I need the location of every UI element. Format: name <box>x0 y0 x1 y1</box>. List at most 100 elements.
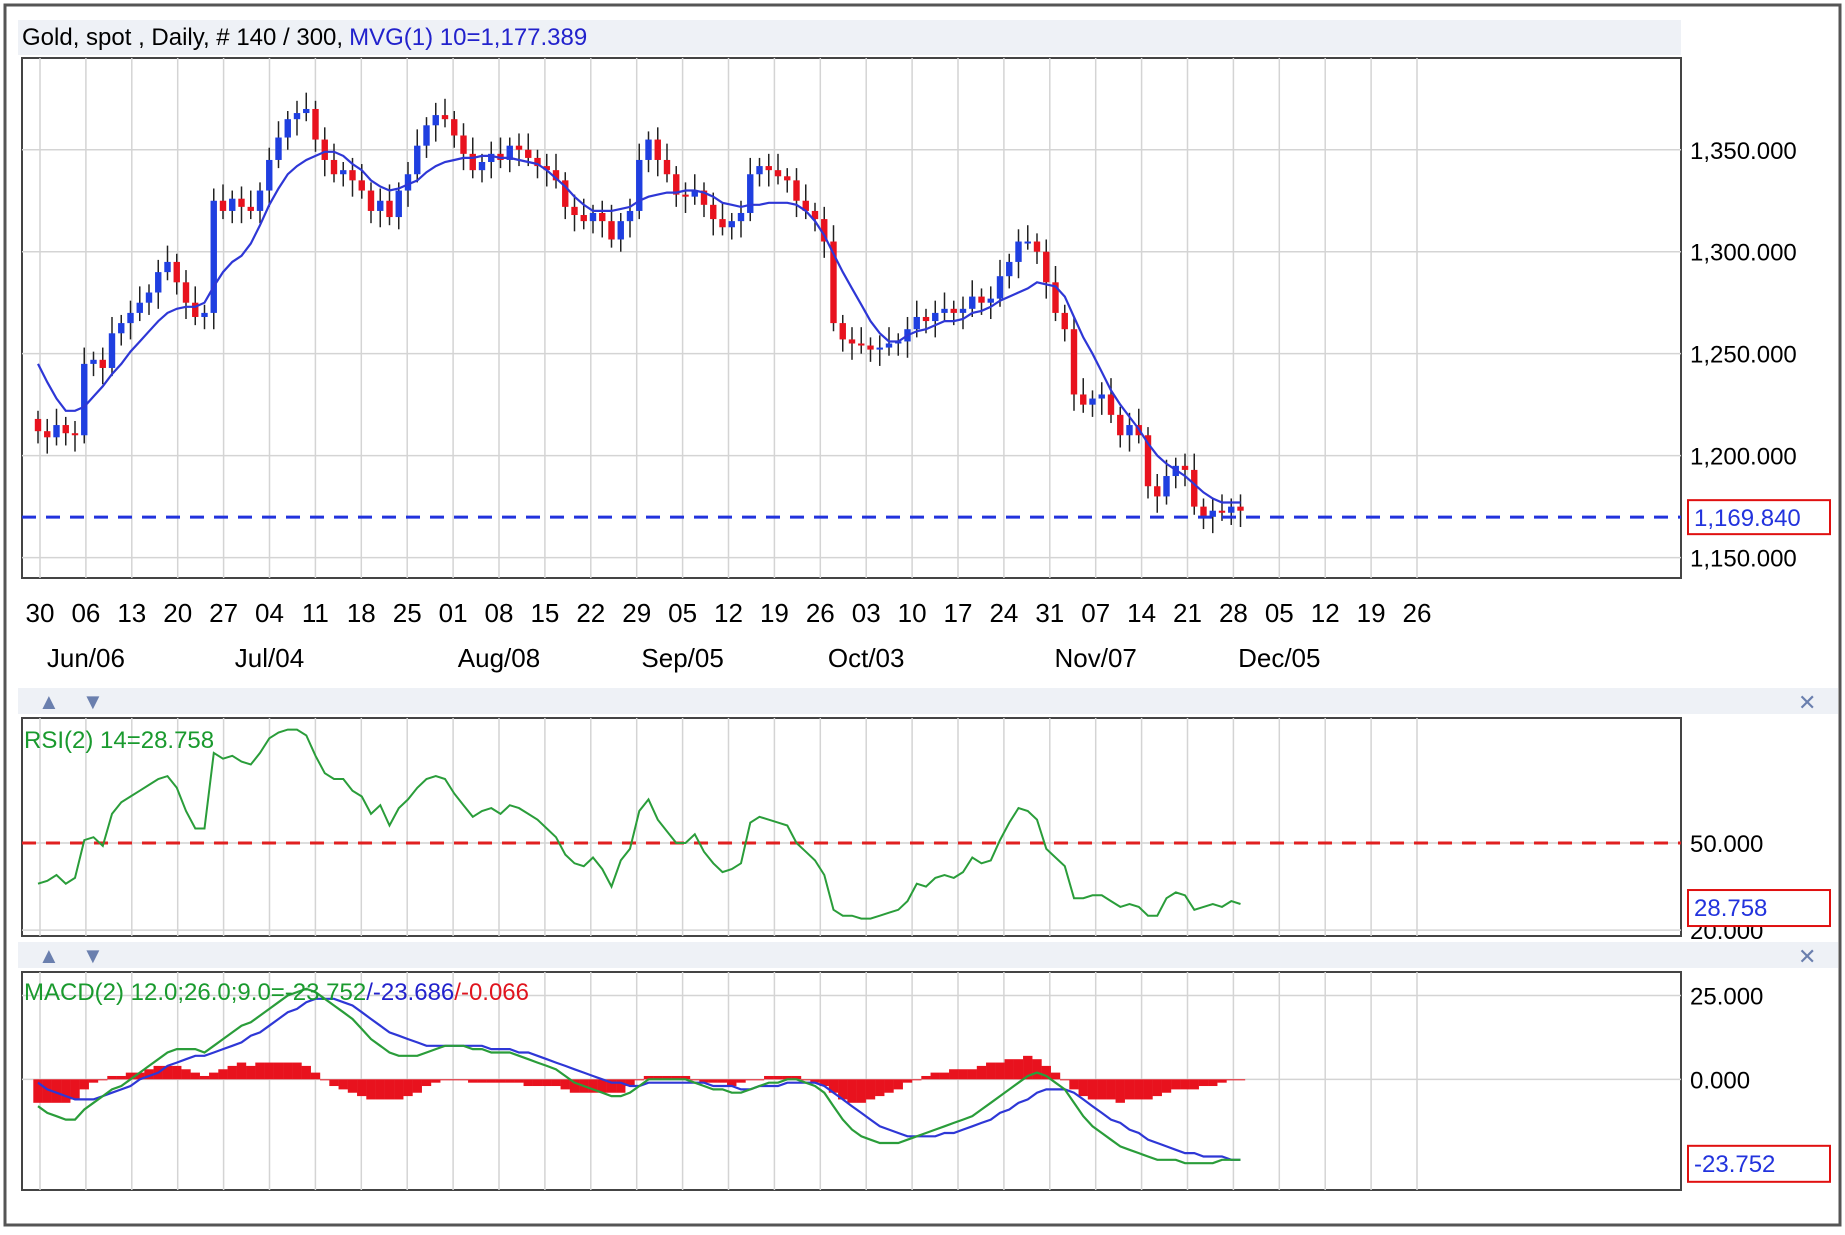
candle-body <box>710 204 717 220</box>
candle-body <box>876 347 883 350</box>
candle-body <box>451 119 458 136</box>
macd-move-up-icon[interactable]: ▲ <box>38 943 60 968</box>
histogram-bar <box>967 1069 977 1080</box>
candle-body <box>1098 394 1105 399</box>
candle-body <box>340 170 347 175</box>
histogram-bar <box>1124 1079 1135 1100</box>
histogram-bar <box>468 1079 478 1083</box>
rsi-panel[interactable]: ▲ ▼ ✕ RSI(2) 14=28.758 50.000 20.000 28.… <box>18 688 1838 945</box>
candle-body <box>423 125 430 146</box>
candle-body <box>626 210 634 222</box>
candle-body <box>663 159 671 175</box>
rsi-move-down-icon[interactable]: ▼ <box>82 689 104 714</box>
candle-body <box>377 200 384 211</box>
histogram-bar <box>227 1065 237 1080</box>
candle-body <box>608 221 615 240</box>
histogram-bar <box>902 1079 913 1083</box>
candle-body <box>959 308 967 313</box>
histogram-bar <box>218 1069 228 1080</box>
price-panel[interactable]: Gold, spot , Daily, # 140 / 300, MVG(1) 1… <box>18 20 1831 579</box>
month-label: Oct/03 <box>828 643 905 673</box>
histogram-bar <box>79 1079 89 1090</box>
histogram-bar <box>875 1079 885 1097</box>
histogram-bar <box>329 1079 339 1087</box>
macd-label-main: MACD(2) 12.0;26.0;9.0=-23.752 <box>24 979 366 1006</box>
histogram-bar <box>912 1079 922 1081</box>
candle-body <box>1061 312 1068 330</box>
date-tick-label: 01 <box>439 598 468 628</box>
rsi-current-label: 28.758 <box>1694 895 1767 922</box>
histogram-bar <box>1087 1079 1098 1100</box>
candle-body <box>1024 241 1031 244</box>
date-tick-label: 05 <box>668 598 697 628</box>
histogram-bar <box>1208 1079 1218 1087</box>
histogram-bar <box>717 1079 728 1083</box>
date-tick-label: 31 <box>1035 598 1064 628</box>
rsi-toolbar <box>18 688 1838 714</box>
price-ytick: 1,250.000 <box>1690 342 1797 369</box>
histogram-bar <box>634 1079 644 1081</box>
candle-body <box>765 166 772 171</box>
candle-body <box>145 292 153 303</box>
candle-body <box>108 333 116 368</box>
date-tick-label: 03 <box>852 598 881 628</box>
date-tick-label: 07 <box>1081 598 1110 628</box>
rsi-close-icon[interactable]: ✕ <box>1798 690 1816 715</box>
candle-body <box>330 159 338 175</box>
histogram-bar <box>995 1062 1005 1080</box>
date-tick-label: 21 <box>1173 598 1202 628</box>
histogram-bar <box>301 1065 311 1080</box>
histogram-bar <box>801 1079 811 1081</box>
candle-body <box>53 425 60 438</box>
date-tick-label: 10 <box>898 598 927 628</box>
macd-move-down-icon[interactable]: ▼ <box>82 943 104 968</box>
macd-label-signal: /-23.686 <box>366 979 454 1006</box>
candle-body <box>90 359 97 364</box>
histogram-bar <box>292 1062 302 1080</box>
price-ma-label: MVG(1) 10=1,177.389 <box>349 24 587 51</box>
candle-body <box>229 198 236 211</box>
candle-body <box>71 433 79 436</box>
candle-body <box>682 194 689 197</box>
candle-body <box>1237 506 1244 511</box>
candle-body <box>1015 241 1022 262</box>
candle-body <box>266 159 273 191</box>
rsi-label: RSI(2) 14=28.758 <box>24 727 214 754</box>
histogram-bar <box>986 1062 996 1080</box>
histogram-bar <box>172 1065 182 1080</box>
histogram-bar <box>375 1079 385 1100</box>
histogram-bar <box>1060 1079 1070 1081</box>
date-tick-label: 22 <box>576 598 605 628</box>
candle-body <box>756 166 763 175</box>
macd-label-hist: /-0.066 <box>454 979 529 1006</box>
candle-body <box>284 119 291 138</box>
macd-panel[interactable]: ▲ ▼ ✕ MACD(2) 12.0;26.0;9.0=-23.752/-23.… <box>18 942 1838 1191</box>
histogram-bar <box>708 1079 718 1083</box>
histogram-bar <box>958 1069 968 1080</box>
candle-body <box>987 298 994 303</box>
candle-body <box>1200 506 1207 517</box>
candle-body <box>996 276 1004 299</box>
histogram-bar <box>773 1075 783 1080</box>
histogram-bar <box>458 1079 469 1081</box>
candle-body <box>432 115 439 126</box>
date-tick-label: 12 <box>1311 598 1340 628</box>
candle-body <box>525 149 532 158</box>
histogram-bar <box>495 1079 506 1083</box>
date-tick-label: 06 <box>71 598 100 628</box>
candle-body <box>293 113 301 120</box>
rsi-current-value-box: 28.758 <box>1687 889 1831 928</box>
macd-toolbar <box>18 942 1838 968</box>
candle-body <box>1126 425 1133 436</box>
candle-body <box>219 200 227 211</box>
histogram-bar <box>440 1079 450 1081</box>
date-tick-label: 17 <box>944 598 973 628</box>
rsi-move-up-icon[interactable]: ▲ <box>38 689 60 714</box>
candle-body <box>1080 394 1087 405</box>
macd-current-value-box: -23.752 <box>1687 1144 1831 1183</box>
macd-close-icon[interactable]: ✕ <box>1798 944 1816 969</box>
histogram-bar <box>1143 1079 1153 1100</box>
month-label: Jun/06 <box>47 643 125 673</box>
candle-body <box>62 425 69 434</box>
month-label: Sep/05 <box>641 643 723 673</box>
